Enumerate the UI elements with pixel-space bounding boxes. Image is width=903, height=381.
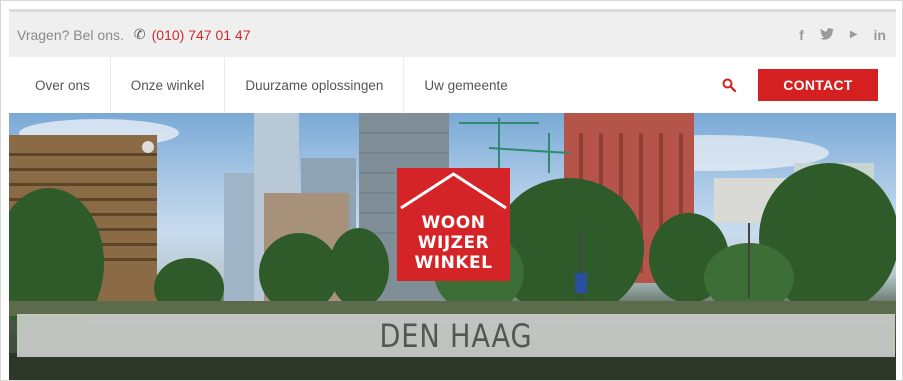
nav-item-over-ons[interactable]: Over ons [9, 57, 111, 113]
main-nav: Over ons Onze winkel Duurzame oplossinge… [9, 57, 896, 113]
social-links: f ▶ in [799, 27, 886, 43]
phone-number: (010) 747 01 47 [151, 26, 251, 43]
search-icon[interactable] [716, 72, 742, 98]
nav-item-duurzame-oplossingen[interactable]: Duurzame oplossingen [225, 57, 405, 113]
logo-line-2: WIJZER [417, 233, 490, 253]
woonwijzerwinkel-logo[interactable]: WOON WIJZER WINKEL [397, 168, 510, 281]
question-text: Vragen? Bel ons. [17, 26, 124, 43]
roof-icon [400, 172, 507, 210]
nav-item-uw-gemeente[interactable]: Uw gemeente [404, 57, 527, 113]
youtube-icon[interactable]: ▶ [850, 29, 858, 40]
hero-banner: WOON WIJZER WINKEL DEN HAAG [9, 113, 896, 380]
facebook-icon[interactable]: f [799, 27, 804, 43]
linkedin-icon[interactable]: in [874, 27, 886, 43]
page-frame: Vragen? Bel ons. ✆ (010) 747 01 47 f ▶ i… [0, 0, 903, 381]
contact-button[interactable]: CONTACT [758, 69, 878, 101]
city-name: DEN HAAG [379, 316, 533, 355]
logo-line-3: WINKEL [414, 253, 493, 273]
nav-item-onze-winkel[interactable]: Onze winkel [111, 57, 226, 113]
city-banner: DEN HAAG [17, 314, 895, 357]
top-bar: Vragen? Bel ons. ✆ (010) 747 01 47 f ▶ i… [9, 9, 896, 57]
twitter-icon[interactable] [819, 27, 834, 43]
contact-info: Vragen? Bel ons. ✆ (010) 747 01 47 [17, 26, 250, 43]
phone-link[interactable]: ✆ (010) 747 01 47 [134, 26, 251, 43]
phone-icon: ✆ [133, 26, 146, 42]
